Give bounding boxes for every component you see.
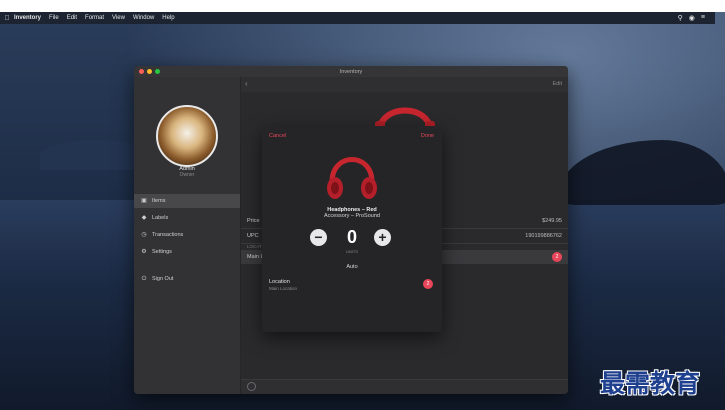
price-label: Price — [247, 218, 260, 224]
detail-bottom-bar — [241, 379, 568, 394]
upc-value: 190199886762 — [525, 233, 562, 239]
sidebar: Admin Owner ▣ Items ◆ Labels ◷ Transacti… — [134, 77, 241, 394]
menu-edit[interactable]: Edit — [67, 15, 77, 21]
power-icon: ⏻ — [141, 276, 147, 282]
zoom-window-button[interactable] — [155, 69, 160, 74]
menu-format[interactable]: Format — [85, 15, 104, 21]
price-value: $249.95 — [542, 218, 562, 224]
location-value[interactable]: Main Location — [269, 286, 297, 291]
edit-button[interactable]: Edit — [553, 81, 562, 87]
location-label: Location — [269, 279, 290, 285]
sidebar-item-labels[interactable]: ◆ Labels — [134, 211, 240, 225]
close-window-button[interactable] — [139, 69, 144, 74]
sidebar-item-label: Labels — [152, 215, 169, 221]
window-title: Inventory — [339, 68, 363, 75]
sidebar-item-settings[interactable]: ⚙ Settings — [134, 245, 240, 259]
screen-top-border — [0, 0, 725, 12]
sidebar-item-label: Items — [152, 198, 166, 204]
back-icon[interactable]: ‹ — [245, 79, 248, 88]
sidebar-item-label: Sign Out — [152, 276, 174, 282]
wallpaper-island — [560, 140, 725, 205]
units-label: UNITS — [346, 249, 358, 254]
window-titlebar: Inventory — [134, 66, 568, 77]
item-category: Accessory – ProSound — [324, 213, 380, 219]
clock-icon: ◷ — [141, 232, 147, 238]
menu-file[interactable]: File — [49, 15, 59, 21]
user-role: Owner — [179, 172, 195, 178]
cancel-button[interactable]: Cancel — [269, 133, 286, 139]
sidebar-item-label: Transactions — [152, 232, 184, 238]
increment-button[interactable]: + — [374, 229, 391, 246]
done-button[interactable]: Done — [421, 133, 434, 139]
tag-icon: ◆ — [141, 215, 147, 221]
window-controls — [139, 69, 160, 74]
sidebar-item-sign-out[interactable]: ⏻ Sign Out — [134, 272, 240, 286]
adjust-quantity-dialog: Cancel Done Headphones – Red Accessory –… — [262, 126, 442, 332]
detail-header: ‹ Edit — [241, 77, 568, 92]
location-count-badge[interactable]: 2 — [423, 279, 433, 289]
control-center-icon[interactable]: ≡ — [701, 14, 705, 22]
avatar[interactable] — [156, 105, 218, 167]
minimize-window-button[interactable] — [147, 69, 152, 74]
headphones-image — [327, 157, 377, 199]
quantity-value[interactable]: 0 — [332, 227, 372, 248]
sidebar-item-transactions[interactable]: ◷ Transactions — [134, 228, 240, 242]
decrement-button[interactable]: − — [310, 229, 327, 246]
settings-footer-icon[interactable] — [247, 382, 256, 391]
box-icon: ▣ — [141, 198, 147, 204]
siri-icon[interactable]: ◉ — [689, 14, 695, 22]
menu-window[interactable]: Window — [133, 15, 154, 21]
sidebar-item-label: Settings — [152, 249, 172, 255]
menu-view[interactable]: View — [112, 15, 125, 21]
spotlight-search-icon[interactable]: ⚲ — [678, 14, 683, 22]
adjust-mode[interactable]: Auto — [262, 264, 442, 270]
watermark-text: 最需教育 — [600, 369, 701, 398]
location-count-badge: 2 — [552, 252, 562, 262]
menu-bar:  Inventory File Edit Format View Window… — [0, 12, 715, 24]
upc-label: UPC — [247, 233, 259, 239]
apple-menu-icon[interactable]:  — [0, 15, 14, 22]
sidebar-item-items[interactable]: ▣ Items — [134, 194, 240, 208]
gear-icon: ⚙ — [141, 249, 147, 255]
menu-help[interactable]: Help — [162, 15, 174, 21]
menu-extras: ⚲ ◉ ≡ — [678, 14, 715, 22]
menu-app-name[interactable]: Inventory — [14, 15, 41, 21]
